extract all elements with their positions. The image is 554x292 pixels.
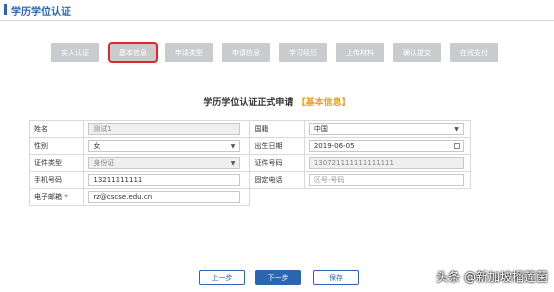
calendar-icon[interactable] (453, 143, 460, 149)
landline-label: 固定电话 (249, 171, 305, 189)
step-upload[interactable]: 上传材料 (336, 43, 384, 62)
id-number-input[interactable]: 130721111111111111 (308, 157, 464, 169)
prev-button[interactable]: 上一步 (199, 270, 245, 285)
nationality-select[interactable]: 中国 ▼ (308, 123, 464, 135)
birth-date-label: 出生日期 (249, 137, 305, 155)
birth-date-input[interactable]: 2019-06-05 (308, 140, 464, 152)
chevron-down-icon: ▼ (230, 160, 236, 167)
form-title-tag: 【基本信息】 (296, 98, 351, 108)
step-confirm[interactable]: 确认提交 (393, 43, 441, 62)
form-title: 学历学位认证正式申请 【基本信息】 (0, 95, 554, 108)
step-payment[interactable]: 在线支付 (450, 43, 498, 62)
name-label: 姓名 (28, 120, 85, 138)
step-basic-info[interactable]: 基本信息 (108, 42, 158, 63)
email-label: 电子邮箱 * (28, 188, 85, 206)
id-type-label: 证件类型 (28, 154, 85, 172)
id-type-select[interactable]: 身份证 ▼ (88, 157, 241, 169)
chevron-down-icon: ▼ (230, 143, 236, 150)
gender-select[interactable]: 女 ▼ (88, 140, 241, 152)
email-input[interactable]: rz@cscse.edu.cn (88, 191, 241, 203)
landline-input[interactable]: 区号-号码 (308, 174, 464, 186)
mobile-input[interactable]: 13211111111 (88, 174, 241, 186)
empty-cell (250, 189, 471, 206)
chevron-down-icon: ▼ (454, 126, 459, 133)
gender-label: 性别 (28, 137, 85, 155)
page-header: 学历学位认证 (0, 0, 554, 21)
id-number-label: 证件号码 (249, 154, 305, 172)
step-application-type[interactable]: 申请类型 (165, 43, 213, 62)
watermark: 头条 @新加坡榴莲菌 (436, 270, 548, 284)
step-education[interactable]: 学习经历 (279, 43, 327, 62)
save-button[interactable]: 保存 (313, 270, 359, 285)
form-title-text: 学历学位认证正式申请 (203, 98, 294, 108)
required-marker: * (64, 193, 68, 201)
nationality-label: 国籍 (249, 120, 305, 138)
basic-info-form: 姓名 测试1 国籍 中国 ▼ 性别 女 ▼ 出生日期 2019-06-05 证件… (28, 120, 472, 206)
step-nav: 实人认证 基本信息 申请类型 申请信息 学习经历 上传材料 确认提交 在线支付 (0, 42, 554, 63)
name-input[interactable]: 测试1 (88, 123, 241, 135)
step-identity[interactable]: 实人认证 (51, 43, 99, 62)
step-application-info[interactable]: 申请信息 (222, 43, 270, 62)
mobile-label: 手机号码 (28, 171, 85, 189)
header-accent-bar (4, 4, 7, 15)
page-title: 学历学位认证 (11, 7, 71, 18)
next-button[interactable]: 下一步 (255, 270, 301, 285)
